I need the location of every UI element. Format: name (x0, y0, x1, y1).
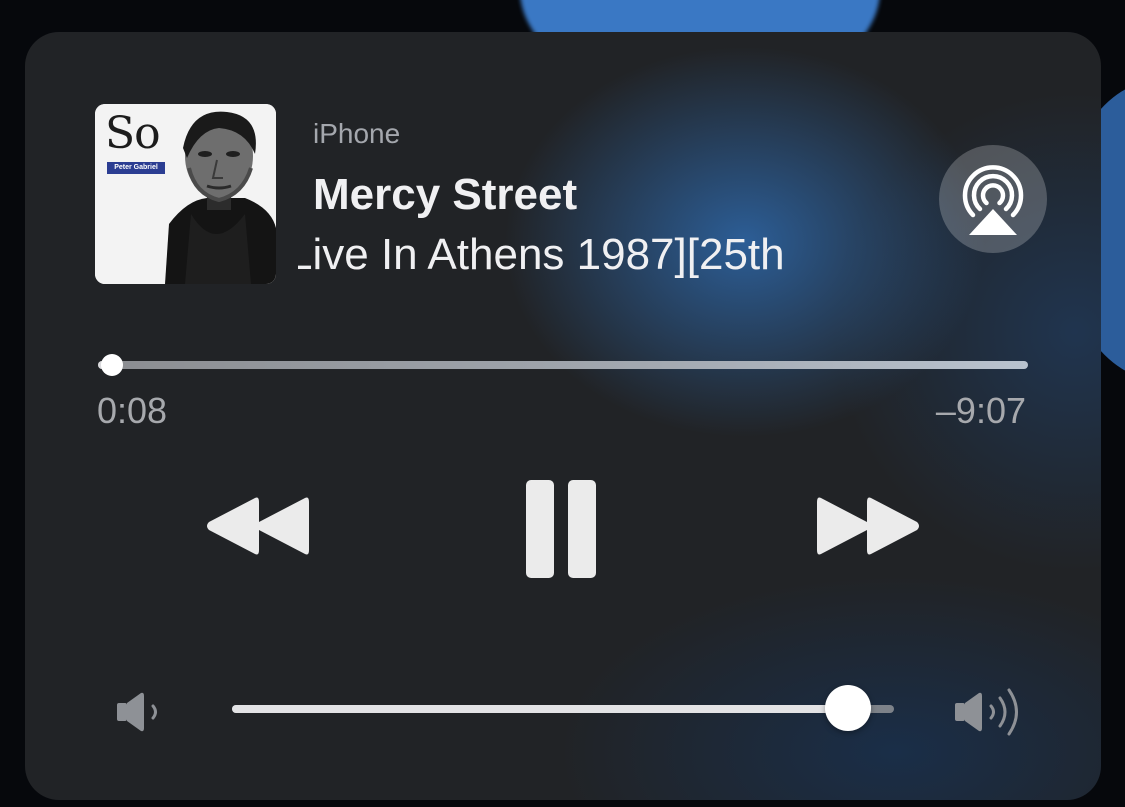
airplay-icon (962, 165, 1024, 235)
volume-fill (232, 705, 848, 713)
output-device-label: iPhone (313, 118, 401, 149)
pause-button[interactable] (523, 479, 603, 579)
screen: So Peter Gabriel iPhone Mercy Street Liv… (0, 0, 1125, 807)
speaker-high-icon (955, 688, 1018, 736)
subtitle-marquee: Live In Athens 1987][25th (298, 228, 892, 284)
song-subtitle: Live In Athens 1987][25th (298, 230, 785, 279)
album-title: So (105, 108, 161, 159)
album-artist: Peter Gabriel (107, 162, 165, 174)
fast-forward-icon (817, 497, 919, 555)
album-art[interactable]: So Peter Gabriel (95, 104, 276, 284)
volume-slider[interactable] (232, 685, 894, 731)
volume-min-button[interactable] (113, 690, 165, 734)
fast-forward-button[interactable] (813, 494, 923, 558)
remaining-time: –9:07 (935, 390, 1026, 431)
elapsed-time: 0:08 (97, 390, 168, 431)
rewind-button[interactable] (203, 494, 313, 558)
pause-icon (526, 480, 596, 578)
volume-thumb[interactable] (824, 685, 871, 731)
progress-bar[interactable] (98, 354, 1028, 376)
speaker-low-icon (117, 692, 157, 732)
song-title: Mercy Street (313, 170, 578, 219)
airplay-button[interactable] (939, 145, 1047, 253)
now-playing-card: So Peter Gabriel iPhone Mercy Street Liv… (25, 32, 1101, 800)
rewind-icon (207, 497, 309, 555)
progress-scrubber[interactable] (100, 354, 123, 376)
volume-max-button[interactable] (952, 684, 1026, 740)
